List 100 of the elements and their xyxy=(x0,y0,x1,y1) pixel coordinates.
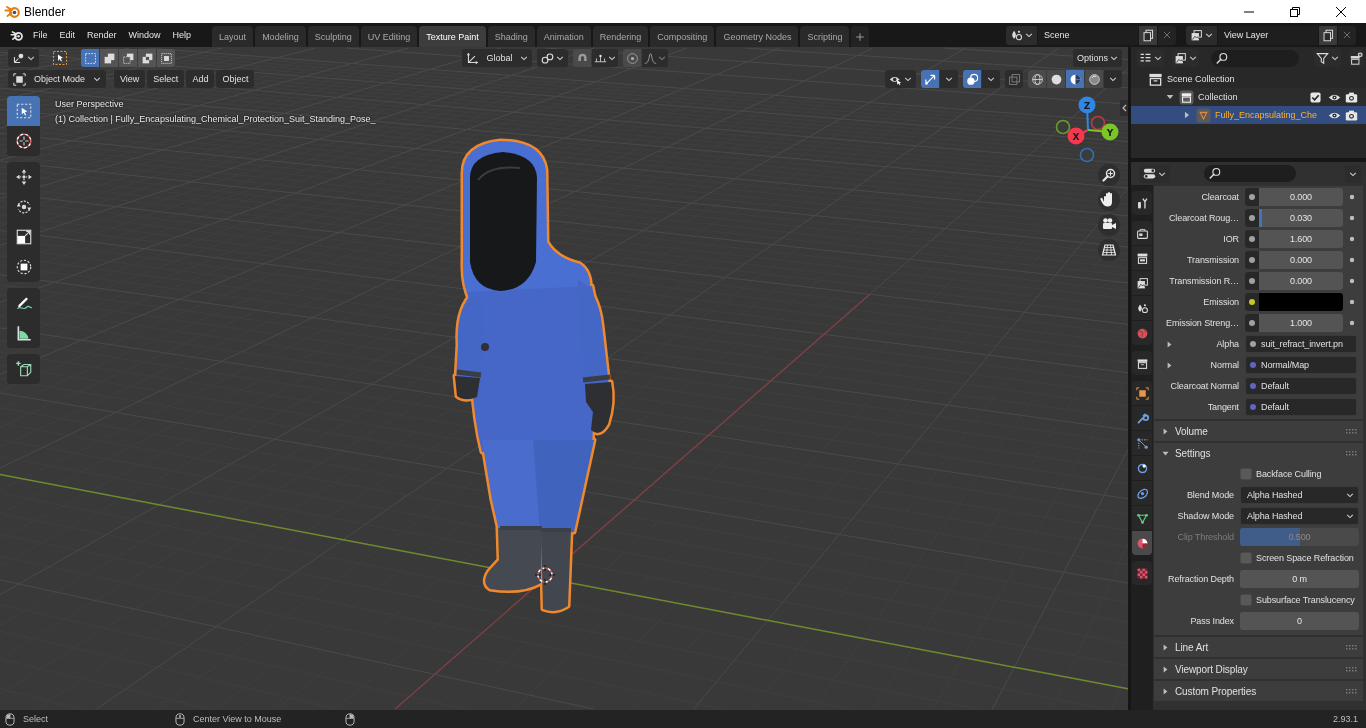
gizmo-toggle[interactable] xyxy=(921,70,939,88)
new-view-layer-button[interactable] xyxy=(1319,25,1337,45)
outliner-row[interactable]: Collection xyxy=(1131,88,1366,106)
properties-tab[interactable] xyxy=(1132,456,1152,480)
drag-handle-icon[interactable] xyxy=(1346,688,1357,694)
add-workspace-button[interactable] xyxy=(851,26,870,47)
outliner-row[interactable]: Scene Collection xyxy=(1131,70,1366,88)
properties-tab[interactable] xyxy=(1132,506,1152,530)
projection-toggle-button[interactable] xyxy=(1098,239,1120,261)
display-mode-dropdown[interactable] xyxy=(1137,49,1164,67)
socket-button[interactable] xyxy=(1245,251,1259,269)
negative-axis-handle[interactable] xyxy=(1079,147,1095,163)
selection-mode-button[interactable] xyxy=(81,49,99,67)
keyframe-dot-icon[interactable] xyxy=(1349,194,1355,200)
dropdown-field[interactable]: Alpha Hashed xyxy=(1240,486,1359,504)
filter-popover[interactable] xyxy=(1314,49,1341,67)
workspace-tab[interactable]: Geometry Nodes xyxy=(716,26,799,47)
keyframe-dot-icon[interactable] xyxy=(1349,278,1355,284)
workspace-tab[interactable]: Scripting xyxy=(800,26,850,47)
menu-item[interactable]: Help xyxy=(166,25,198,45)
drag-handle-icon[interactable] xyxy=(1346,644,1357,650)
editor-type-button[interactable] xyxy=(1139,164,1170,183)
linked-input-field[interactable]: Default xyxy=(1245,398,1357,416)
number-field[interactable]: 1.600 xyxy=(1259,230,1343,248)
pivot-point-dropdown[interactable] xyxy=(537,49,568,67)
properties-tab[interactable] xyxy=(1132,271,1152,295)
menu-item[interactable]: Edit xyxy=(53,25,82,45)
menu-item[interactable]: Window xyxy=(122,25,167,45)
linked-input-field[interactable]: suit_refract_invert.pn xyxy=(1245,335,1357,353)
snap-element-dropdown[interactable] xyxy=(592,49,618,67)
workspace-tab[interactable]: Animation xyxy=(536,26,591,47)
linked-input-field[interactable]: Normal/Map xyxy=(1245,356,1357,374)
options-dropdown[interactable] xyxy=(1345,164,1361,183)
properties-tab[interactable] xyxy=(1132,381,1152,405)
viewport-menu[interactable]: Object xyxy=(216,70,255,88)
checkbox[interactable] xyxy=(1310,91,1321,103)
negative-axis-handle[interactable] xyxy=(1055,119,1071,135)
new-scene-button[interactable] xyxy=(1139,25,1157,45)
selection-mode-button[interactable] xyxy=(119,49,137,67)
workspace-tab[interactable]: Shading xyxy=(487,26,535,47)
keyframe-dot-icon[interactable] xyxy=(1349,299,1355,305)
linked-input-field[interactable]: Default xyxy=(1245,377,1357,395)
gizmo-dropdown[interactable] xyxy=(940,70,958,88)
socket-button[interactable] xyxy=(1245,272,1259,290)
number-field[interactable]: 1.000 xyxy=(1259,314,1343,332)
keyframe-dot-icon[interactable] xyxy=(1349,215,1355,221)
socket-button[interactable] xyxy=(1245,314,1259,332)
overlays-dropdown[interactable] xyxy=(982,70,1000,88)
checkbox[interactable] xyxy=(1240,594,1252,606)
tool-button[interactable] xyxy=(7,162,40,192)
selectability-dropdown[interactable] xyxy=(885,70,916,88)
falloff-dropdown[interactable] xyxy=(642,49,668,67)
workspace-tab[interactable]: Texture Paint xyxy=(419,26,486,47)
keyframe-dot-icon[interactable] xyxy=(1349,257,1355,263)
drag-handle-icon[interactable] xyxy=(1346,450,1357,456)
selection-mode-button[interactable] xyxy=(100,49,118,67)
selection-mode-button[interactable] xyxy=(138,49,156,67)
view-layer-name-field[interactable]: View Layer xyxy=(1218,25,1318,45)
number-field[interactable]: 0.000 xyxy=(1259,272,1343,290)
selection-mode-button[interactable] xyxy=(157,49,175,67)
checkbox[interactable] xyxy=(1240,552,1252,564)
properties-tab[interactable] xyxy=(1132,221,1152,245)
scene-name-field[interactable]: Scene xyxy=(1038,25,1138,45)
tool-button[interactable] xyxy=(7,126,40,156)
expand-arrow-icon[interactable] xyxy=(1165,360,1174,370)
tool-button[interactable] xyxy=(7,252,40,282)
shading-mode-button[interactable] xyxy=(1028,70,1046,88)
overlays-toggle[interactable] xyxy=(963,70,981,88)
zoom-view-button[interactable] xyxy=(1098,164,1120,186)
panel-header[interactable]: Viewport Display xyxy=(1154,659,1363,679)
properties-tab[interactable] xyxy=(1132,191,1152,215)
workspace-tab[interactable]: Compositing xyxy=(650,26,715,47)
number-field[interactable]: 0.000 xyxy=(1259,188,1343,206)
proportional-editing-toggle[interactable] xyxy=(623,49,641,67)
panel-header[interactable]: Volume xyxy=(1154,421,1363,441)
workspace-tab[interactable]: Sculpting xyxy=(307,26,359,47)
panel-header[interactable]: Line Art xyxy=(1154,637,1363,657)
orientation-dropdown[interactable]: Global xyxy=(462,49,532,67)
snap-toggle[interactable] xyxy=(573,49,591,67)
negative-axis-handle[interactable] xyxy=(1090,115,1106,131)
properties-tab[interactable] xyxy=(1132,246,1152,270)
outliner-row[interactable]: Fully_Encapsulating_Che xyxy=(1131,106,1366,124)
menu-item[interactable]: File xyxy=(27,25,54,45)
camera-icon[interactable] xyxy=(1345,90,1358,104)
shading-mode-button[interactable] xyxy=(1047,70,1065,88)
socket-button[interactable] xyxy=(1245,188,1259,206)
scene-selector-button[interactable] xyxy=(1006,25,1037,45)
tool-button[interactable] xyxy=(7,354,40,384)
socket-button[interactable] xyxy=(1245,209,1259,227)
menu-item[interactable]: Render xyxy=(81,25,123,45)
properties-tab[interactable] xyxy=(1132,431,1152,455)
camera-view-button[interactable] xyxy=(1098,214,1120,236)
select-tool-button[interactable] xyxy=(50,49,70,67)
checkbox-label[interactable]: Screen Space Refraction xyxy=(1256,553,1354,563)
search-field[interactable] xyxy=(1211,49,1299,67)
xray-toggle[interactable] xyxy=(1005,70,1023,88)
viewport-menu[interactable]: View xyxy=(114,70,146,88)
shading-dropdown[interactable] xyxy=(1104,70,1122,88)
viewport-menu[interactable]: Add xyxy=(186,70,215,88)
checkbox[interactable] xyxy=(1240,468,1252,480)
